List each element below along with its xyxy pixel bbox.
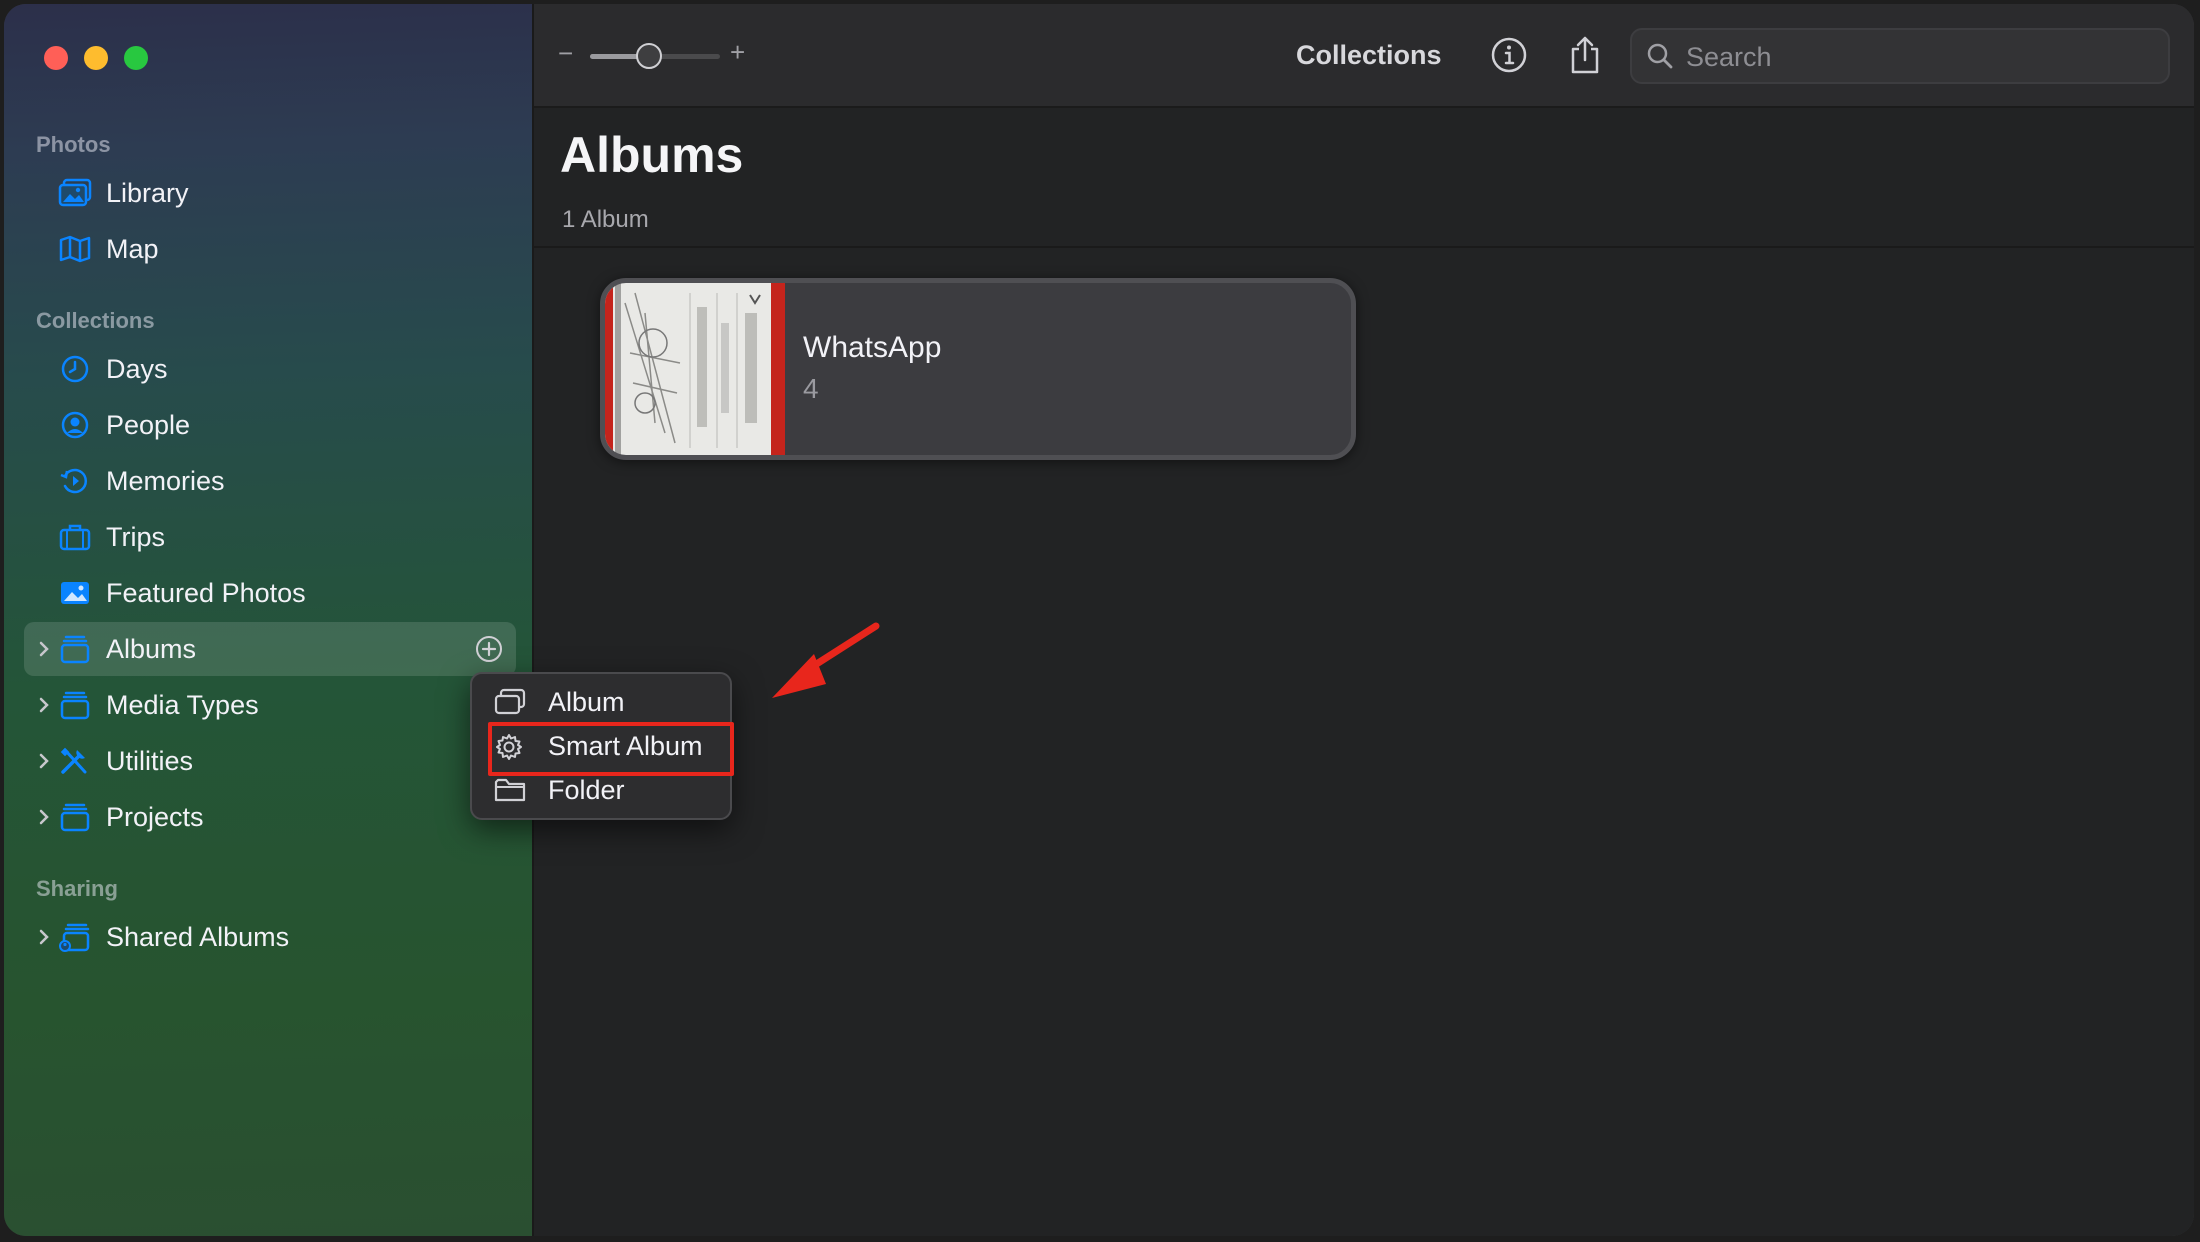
sidebar-item-label: Library bbox=[106, 178, 189, 208]
sidebar-item-map[interactable]: Map bbox=[24, 222, 516, 276]
sidebar-item-label: Map bbox=[106, 234, 159, 264]
sidebar-item-label: Shared Albums bbox=[106, 922, 290, 952]
sidebar-item-memories[interactable]: Memories bbox=[24, 454, 516, 508]
map-icon bbox=[58, 233, 92, 265]
sidebar-item-albums[interactable]: Albums bbox=[24, 622, 516, 676]
menu-item-album[interactable]: Album bbox=[480, 680, 722, 724]
album-thumbnail bbox=[605, 283, 785, 455]
sidebar-item-projects[interactable]: Projects bbox=[24, 790, 516, 844]
share-icon bbox=[1571, 36, 1599, 74]
page-title: Albums bbox=[560, 127, 744, 183]
shared-album-icon bbox=[58, 921, 92, 953]
sidebar-item-days[interactable]: Days bbox=[24, 342, 516, 396]
sidebar-item-label: Days bbox=[106, 354, 168, 384]
sidebar: Photos Library Map Collections Days Peop bbox=[4, 4, 534, 1236]
sidebar-item-library[interactable]: Library bbox=[24, 166, 516, 220]
person-circle-icon bbox=[58, 409, 92, 441]
info-icon bbox=[1491, 37, 1527, 73]
info-button[interactable] bbox=[1488, 34, 1530, 76]
sidebar-item-label: Media Types bbox=[106, 690, 259, 720]
sidebar-item-label: Memories bbox=[106, 466, 225, 496]
sidebar-item-shared-albums[interactable]: Shared Albums bbox=[24, 910, 516, 964]
library-icon bbox=[58, 177, 92, 209]
toolbar: − + Collections bbox=[534, 4, 2194, 108]
sidebar-item-trips[interactable]: Trips bbox=[24, 510, 516, 564]
chevron-right-icon[interactable] bbox=[34, 790, 54, 844]
album-stack-icon bbox=[58, 633, 92, 665]
section-header-photos: Photos bbox=[36, 132, 111, 157]
highlight-box bbox=[488, 722, 734, 776]
album-stack-icon bbox=[58, 689, 92, 721]
sidebar-item-label: Featured Photos bbox=[106, 578, 306, 608]
chevron-right-icon[interactable] bbox=[34, 910, 54, 964]
chevron-right-icon[interactable] bbox=[34, 622, 54, 676]
clock-icon bbox=[58, 353, 92, 385]
sidebar-item-label: Trips bbox=[106, 522, 165, 552]
menu-item-label: Album bbox=[548, 687, 625, 717]
share-button[interactable] bbox=[1564, 34, 1606, 76]
zoom-in-icon[interactable]: + bbox=[730, 37, 745, 68]
sidebar-item-label: Projects bbox=[106, 802, 204, 832]
add-album-button[interactable] bbox=[474, 634, 504, 664]
sidebar-item-people[interactable]: People bbox=[24, 398, 516, 452]
minimize-window-button[interactable] bbox=[84, 46, 108, 70]
album-count-label: 1 Album bbox=[562, 206, 649, 233]
album-icon bbox=[494, 688, 526, 716]
section-header-collections: Collections bbox=[36, 308, 155, 333]
search-icon bbox=[1646, 42, 1674, 75]
search-field[interactable] bbox=[1630, 28, 2170, 84]
chevron-right-icon[interactable] bbox=[34, 678, 54, 732]
sidebar-item-utilities[interactable]: Utilities bbox=[24, 734, 516, 788]
sidebar-item-media-types[interactable]: Media Types bbox=[24, 678, 516, 732]
album-item-count: 4 bbox=[803, 373, 819, 404]
search-input[interactable] bbox=[1684, 38, 2148, 76]
chevron-right-icon[interactable] bbox=[34, 734, 54, 788]
album-stack-icon bbox=[58, 801, 92, 833]
view-title: Collections bbox=[1296, 40, 1442, 70]
sidebar-item-label: People bbox=[106, 410, 191, 440]
suitcase-icon bbox=[58, 521, 92, 553]
sidebar-item-label: Albums bbox=[106, 634, 197, 664]
album-card[interactable]: WhatsApp 4 bbox=[600, 278, 1356, 460]
close-window-button[interactable] bbox=[44, 46, 68, 70]
section-header-sharing: Sharing bbox=[36, 876, 118, 901]
content-header: Albums 1 Album bbox=[534, 108, 2194, 248]
zoom-slider-handle[interactable] bbox=[635, 43, 662, 69]
folder-icon bbox=[494, 776, 526, 804]
tools-icon bbox=[58, 745, 92, 777]
sidebar-item-featured-photos[interactable]: Featured Photos bbox=[24, 566, 516, 620]
zoom-out-icon[interactable]: − bbox=[558, 38, 573, 69]
featured-photo-icon bbox=[58, 577, 92, 609]
memories-icon bbox=[58, 465, 92, 497]
photos-window: Photos Library Map Collections Days Peop bbox=[4, 4, 2194, 1236]
annotation-arrow bbox=[772, 622, 880, 698]
sidebar-item-label: Utilities bbox=[106, 746, 194, 776]
zoom-window-button[interactable] bbox=[124, 46, 148, 70]
album-name: WhatsApp bbox=[803, 331, 942, 364]
